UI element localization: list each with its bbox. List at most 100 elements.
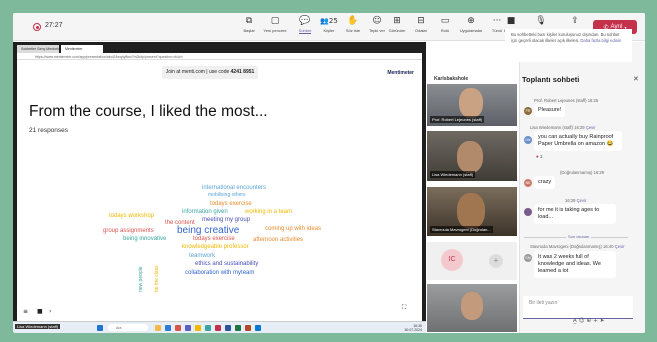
recording-icon bbox=[33, 23, 41, 31]
participant-face bbox=[459, 88, 483, 118]
message-input[interactable]: Bir ileti yazın bbox=[523, 296, 633, 319]
external-notice: Bu sohbetteki bazı kişiler kuruluşunuz d… bbox=[505, 29, 632, 62]
toolbar-button-label: Görünüm bbox=[388, 28, 406, 33]
participant-face bbox=[457, 193, 485, 229]
toolbar-button-rol[interactable]: ▭ Rolü bbox=[431, 16, 459, 33]
word-cloud-word: knowledgeable professor bbox=[182, 244, 249, 250]
message-author: Lisa Wiedemann (staff) bbox=[530, 125, 573, 130]
participant-face bbox=[461, 292, 483, 320]
menu-icon[interactable]: ≡ bbox=[23, 308, 28, 315]
stop-icon[interactable]: ■ bbox=[37, 308, 43, 315]
browser-tab-chat[interactable]: Sohbetler Genç Mentorluk... bbox=[17, 45, 59, 53]
translate-link[interactable]: Çevir bbox=[577, 198, 587, 203]
word-cloud-word: being creative bbox=[177, 225, 240, 236]
rooms-icon: ⊟ bbox=[417, 16, 425, 26]
avatar bbox=[524, 208, 532, 216]
participant-name: Prof. Robert Lejeunes (staff) bbox=[430, 116, 485, 123]
video-tile[interactable]: Stavroula Mavrogeni (Doğrulan... bbox=[427, 187, 517, 236]
view-icon: ⊞ bbox=[393, 16, 401, 26]
taskbar-clock: 16:30 30.07.2024 bbox=[404, 324, 422, 332]
participant-name: Stavroula Mavrogeni (Doğrulan... bbox=[430, 226, 493, 233]
send-icon[interactable]: ➤ bbox=[600, 318, 607, 324]
taskbar-search[interactable]: Ara bbox=[108, 324, 148, 331]
fullscreen-icon[interactable]: ⛶ bbox=[402, 304, 406, 312]
app-icon[interactable] bbox=[205, 325, 211, 331]
folder-icon[interactable] bbox=[155, 325, 161, 331]
translate-link[interactable]: Çevir bbox=[615, 244, 625, 249]
participant-avatar: IC bbox=[441, 249, 463, 271]
avatar: NK bbox=[524, 179, 532, 187]
excel-icon[interactable] bbox=[235, 325, 241, 331]
message-author: (Doğrulanmamış) bbox=[560, 170, 593, 175]
close-icon[interactable]: ✕ bbox=[633, 75, 639, 83]
toolbar-button-label: Yeni pencere bbox=[263, 28, 287, 33]
raise-hand-icon: ✋ bbox=[347, 16, 359, 26]
chat-icon: 💬 bbox=[299, 16, 311, 26]
message-author: Prof. Robert Lejeunes (staff) bbox=[534, 98, 587, 103]
word-cloud-word: group assignments bbox=[103, 228, 154, 234]
message-bubble[interactable]: you can actually buy Rainproof Paper Umb… bbox=[534, 131, 622, 152]
avatar: PR bbox=[524, 107, 532, 115]
compose-actions: A̲☺⊕+➤ bbox=[573, 318, 606, 324]
avatar: LW bbox=[524, 136, 532, 144]
windows-taskbar: Lisa Wiedemann (staff) Ara 16:30 30.07.2… bbox=[13, 321, 426, 333]
notice-link[interactable]: Daha fazla bilgi edinin bbox=[580, 38, 621, 43]
toolbar-button-label: Başlat bbox=[243, 28, 255, 33]
browser-tab-mentimeter[interactable]: Mentimeter bbox=[61, 45, 103, 53]
word-cloud-word: be the class bbox=[154, 265, 160, 292]
toolbar-button-yeni-pencere[interactable]: ▢ Yeni pencere bbox=[261, 16, 289, 33]
people-icon: 👥25 bbox=[320, 17, 338, 25]
toolbar-button-label: Odalar bbox=[414, 28, 427, 33]
video-tile[interactable]: Prof. Robert Lejeunes (staff) bbox=[427, 84, 517, 126]
toolbar-button-label: Uygulamalar bbox=[459, 28, 483, 33]
react-icon: ☺ bbox=[372, 16, 382, 26]
toolbar-button-uygulamalar[interactable]: ⊕ Uygulamalar bbox=[457, 16, 485, 33]
teams-icon[interactable] bbox=[185, 325, 191, 331]
message-bubble[interactable]: It was 2 weeks full of knowledge and ide… bbox=[534, 251, 616, 279]
windows-start-icon[interactable] bbox=[97, 325, 103, 331]
word-cloud-word: afternoon activities bbox=[253, 237, 304, 243]
word-cloud: international encounters mobilising other… bbox=[17, 60, 422, 321]
microphone-icon: 🎙 bbox=[535, 16, 547, 26]
app-icon[interactable] bbox=[215, 325, 221, 331]
video-tile[interactable]: Lisa Wiedemann (staff) bbox=[427, 131, 517, 181]
camera-icon: ■ bbox=[506, 16, 516, 26]
reaction-count: 1 bbox=[539, 154, 543, 159]
translate-link[interactable]: Çevir bbox=[586, 125, 596, 130]
next-icon[interactable]: › bbox=[49, 308, 51, 315]
more-icon[interactable]: + bbox=[593, 318, 600, 324]
audio-tile[interactable]: IC + bbox=[427, 242, 517, 280]
emoji-icon[interactable]: ☺ bbox=[579, 318, 587, 324]
address-bar[interactable]: https://www.mentimeter.com/app/presentat… bbox=[17, 53, 422, 60]
browser-tabs: Sohbetler Genç Mentorluk... Mentimeter bbox=[17, 45, 422, 53]
new-window-icon: ▢ bbox=[270, 16, 280, 26]
video-tile[interactable] bbox=[427, 284, 517, 332]
word-icon[interactable] bbox=[225, 325, 231, 331]
word-cloud-word: new people bbox=[138, 266, 144, 292]
message-bubble[interactable]: for me it is taking ages to load... bbox=[534, 204, 616, 225]
reaction-heart-icon[interactable]: ● 1 bbox=[536, 154, 542, 159]
word-cloud-word: ethics and sustainability bbox=[195, 261, 259, 267]
message-bubble[interactable]: crazy bbox=[534, 176, 556, 190]
word-cloud-word: collaboration with myteam bbox=[185, 270, 255, 276]
edge-icon[interactable] bbox=[165, 325, 171, 331]
avatar: SM bbox=[524, 254, 532, 262]
last-read-divider: Son okunan bbox=[566, 234, 592, 239]
clock-date: 30.07.2024 bbox=[404, 328, 422, 332]
share-icon: ⇪ bbox=[571, 16, 579, 26]
app-icon[interactable] bbox=[175, 325, 181, 331]
message-meta: 16:29 Çevir bbox=[565, 198, 586, 203]
powerpoint-icon[interactable] bbox=[245, 325, 251, 331]
message-bubble[interactable]: Pleasure! bbox=[534, 104, 566, 118]
outlook-icon[interactable] bbox=[255, 325, 261, 331]
toolbar-button-label: Söz iste bbox=[345, 28, 361, 33]
word-cloud-word: teamwork bbox=[189, 253, 216, 259]
chrome-icon[interactable] bbox=[195, 325, 201, 331]
word-cloud-word: mobilising others bbox=[208, 192, 246, 198]
role-icon: ▭ bbox=[440, 16, 450, 26]
add-participant-icon[interactable]: + bbox=[489, 254, 503, 268]
toolbar-button-balat[interactable]: ⧉ Başlat bbox=[235, 16, 263, 33]
word-cloud-word: todays exercise bbox=[193, 236, 235, 242]
word-cloud-word: meeting my group bbox=[202, 217, 251, 223]
toolbar-button-label: Rolü bbox=[440, 28, 450, 33]
